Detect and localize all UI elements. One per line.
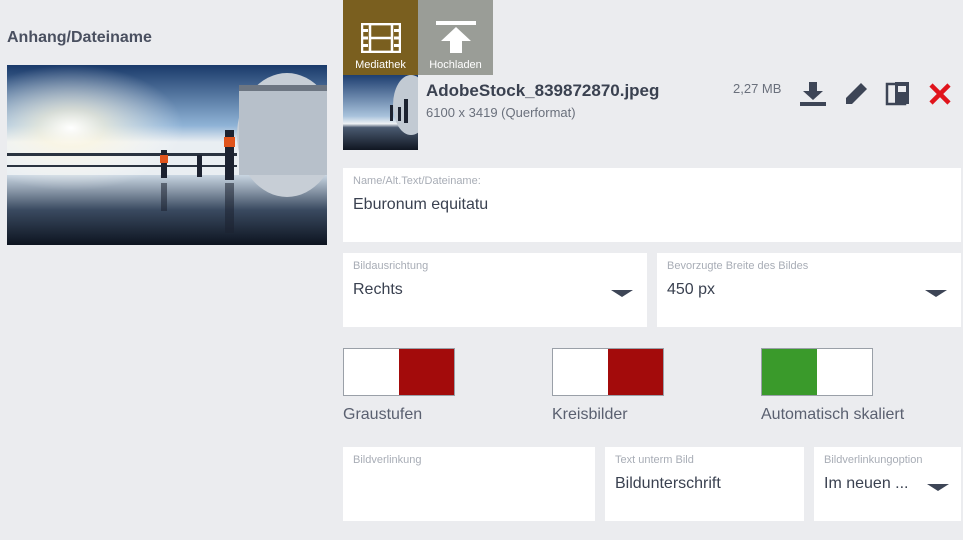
auto-scale-label: Automatisch skaliert xyxy=(761,406,905,423)
link-option-label: Bildverlinkungoption xyxy=(824,454,923,466)
delete-icon xyxy=(929,83,951,105)
file-name: AdobeStock_839872870.jpeg xyxy=(426,81,660,100)
edit-pencil-icon xyxy=(846,83,867,104)
media-library-label: Mediathek xyxy=(355,59,406,71)
circle-images-label: Kreisbilder xyxy=(552,406,628,423)
media-library-button[interactable]: Mediathek xyxy=(343,0,418,75)
image-preview xyxy=(7,65,327,245)
caption-value[interactable]: Bildunterschrift xyxy=(615,475,721,493)
toggle-track xyxy=(817,349,872,395)
image-link-label: Bildverlinkung xyxy=(353,454,422,466)
section-title: Anhang/Dateiname xyxy=(7,29,152,46)
chevron-down-icon[interactable] xyxy=(927,484,949,491)
toggle-track xyxy=(344,349,399,395)
toggle-track xyxy=(553,349,608,395)
file-size: 2,27 MB xyxy=(733,81,782,96)
download-icon xyxy=(800,82,826,106)
alt-text-label: Name/Alt.Text/Dateiname: xyxy=(353,175,481,187)
toggle-off-indicator xyxy=(608,349,663,395)
upload-label: Hochladen xyxy=(429,59,482,71)
alignment-select[interactable]: Bildausrichtung Rechts xyxy=(343,253,647,327)
link-option-value[interactable]: Im neuen ... xyxy=(824,475,909,493)
alignment-label: Bildausrichtung xyxy=(353,260,429,272)
image-link-field[interactable]: Bildverlinkung xyxy=(343,447,595,521)
toggle-off-indicator xyxy=(399,349,454,395)
caption-field[interactable]: Text unterm Bild Bildunterschrift xyxy=(605,447,804,521)
download-button[interactable] xyxy=(799,80,827,108)
alt-text-value[interactable]: Eburonum equitatu xyxy=(353,196,488,214)
toggle-on-indicator xyxy=(762,349,817,395)
auto-scale-toggle[interactable] xyxy=(761,348,873,396)
edit-button[interactable] xyxy=(842,80,870,108)
film-icon xyxy=(360,23,401,53)
delete-button[interactable] xyxy=(926,80,954,108)
alignment-value[interactable]: Rechts xyxy=(353,281,403,299)
preferred-width-label: Bevorzugte Breite des Bildes xyxy=(667,260,809,272)
alt-text-field[interactable]: Name/Alt.Text/Dateiname: Eburonum equita… xyxy=(343,168,961,242)
grayscale-toggle[interactable] xyxy=(343,348,455,396)
grayscale-label: Graustufen xyxy=(343,406,423,423)
preferred-width-value[interactable]: 450 px xyxy=(667,281,715,299)
preferred-width-select[interactable]: Bevorzugte Breite des Bildes 450 px xyxy=(657,253,961,327)
chevron-down-icon[interactable] xyxy=(611,290,633,297)
chevron-down-icon[interactable] xyxy=(925,290,947,297)
upload-icon xyxy=(435,21,476,53)
replace-file-button[interactable] xyxy=(884,80,912,108)
link-option-select[interactable]: Bildverlinkungoption Im neuen ... xyxy=(814,447,961,521)
file-thumbnail xyxy=(343,75,418,150)
upload-button[interactable]: Hochladen xyxy=(418,0,493,75)
file-dimensions: 6100 x 3419 (Querformat) xyxy=(426,105,576,120)
caption-label: Text unterm Bild xyxy=(615,454,694,466)
circle-images-toggle[interactable] xyxy=(552,348,664,396)
replace-file-icon xyxy=(885,82,909,106)
